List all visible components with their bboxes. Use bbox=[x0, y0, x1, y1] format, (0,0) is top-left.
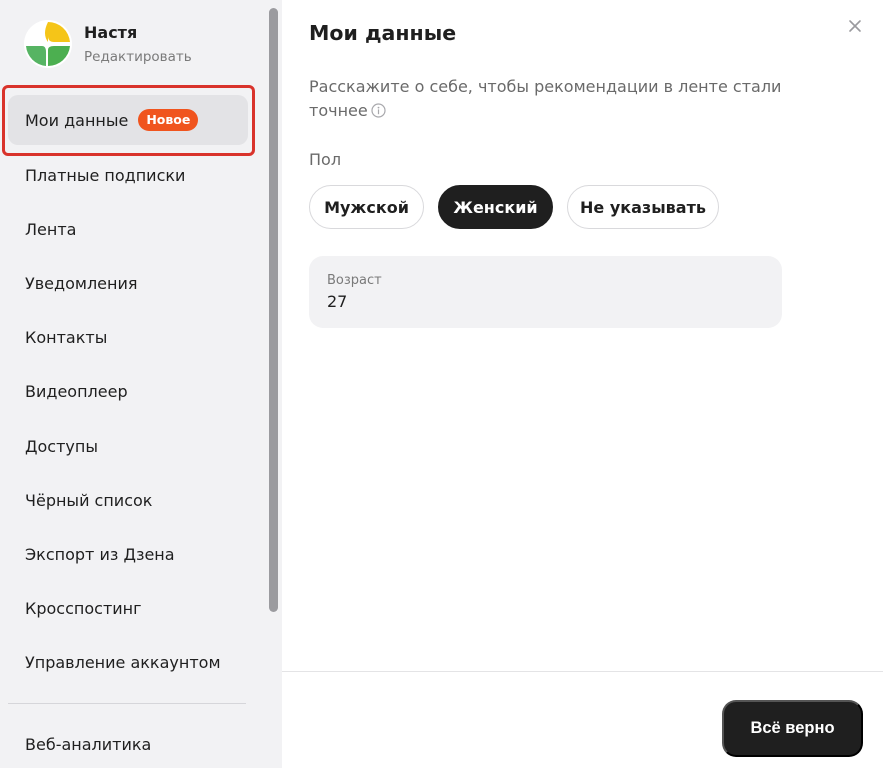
sidebar-item-label: Уведомления bbox=[25, 273, 138, 293]
sidebar-item-notifications[interactable]: Уведомления bbox=[8, 258, 248, 308]
gender-male-button[interactable]: Мужской bbox=[309, 185, 424, 229]
gender-female-button[interactable]: Женский bbox=[438, 185, 553, 229]
new-badge: Новое bbox=[138, 109, 199, 131]
sidebar-item-label: Веб-аналитика bbox=[25, 734, 152, 754]
sidebar-item-paid-subscriptions[interactable]: Платные подписки bbox=[8, 150, 248, 200]
close-icon bbox=[849, 20, 861, 32]
description-text: Расскажите о себе, чтобы рекомендации в … bbox=[309, 75, 789, 125]
sidebar-item-feed[interactable]: Лента bbox=[8, 204, 248, 254]
sidebar-divider bbox=[8, 703, 246, 704]
age-input[interactable]: Возраст 27 bbox=[309, 256, 782, 328]
sidebar-item-web-analytics[interactable]: Веб-аналитика bbox=[8, 719, 248, 768]
profile-name: Настя bbox=[84, 23, 138, 42]
sidebar-item-my-data[interactable]: Мои данные Новое bbox=[8, 95, 248, 145]
profile-edit-link[interactable]: Редактировать bbox=[84, 49, 192, 65]
scrollbar-thumb[interactable] bbox=[269, 8, 278, 612]
sidebar-item-label: Лента bbox=[25, 219, 77, 239]
footer-divider bbox=[282, 671, 883, 672]
sidebar-item-contacts[interactable]: Контакты bbox=[8, 312, 248, 362]
main-panel: Мои данные Расскажите о себе, чтобы реко… bbox=[282, 0, 883, 768]
sidebar-item-label: Контакты bbox=[25, 327, 108, 347]
sidebar-item-access[interactable]: Доступы bbox=[8, 421, 248, 471]
sidebar-item-label: Доступы bbox=[25, 436, 98, 456]
page-title: Мои данные bbox=[309, 21, 457, 45]
sidebar-item-label: Платные подписки bbox=[25, 165, 186, 185]
sidebar-item-account-management[interactable]: Управление аккаунтом bbox=[8, 637, 248, 687]
sidebar-item-label: Чёрный список bbox=[25, 490, 153, 510]
age-value[interactable]: 27 bbox=[327, 292, 347, 311]
sidebar-item-label: Управление аккаунтом bbox=[25, 652, 221, 672]
sidebar-item-crossposting[interactable]: Кросспостинг bbox=[8, 583, 248, 633]
sidebar-item-label: Кросспостинг bbox=[25, 598, 142, 618]
settings-window: Настя Редактировать Мои данные Новое Пла… bbox=[0, 0, 883, 768]
info-icon[interactable] bbox=[371, 101, 386, 125]
age-label: Возраст bbox=[327, 273, 382, 288]
gender-unspecified-button[interactable]: Не указывать bbox=[567, 185, 719, 229]
sidebar-item-export[interactable]: Экспорт из Дзена bbox=[8, 529, 248, 579]
sidebar-item-blacklist[interactable]: Чёрный список bbox=[8, 475, 248, 525]
close-button[interactable] bbox=[844, 15, 866, 37]
sidebar-item-label: Экспорт из Дзена bbox=[25, 544, 175, 564]
sidebar-item-video-player[interactable]: Видеоплеер bbox=[8, 366, 248, 416]
confirm-button[interactable]: Всё верно bbox=[722, 700, 863, 757]
sidebar-item-label: Видеоплеер bbox=[25, 381, 128, 401]
avatar-logo-icon bbox=[24, 20, 72, 68]
gender-label: Пол bbox=[309, 150, 342, 169]
sidebar-scrollbar[interactable] bbox=[266, 0, 282, 768]
avatar[interactable] bbox=[24, 20, 72, 68]
sidebar: Настя Редактировать Мои данные Новое Пла… bbox=[0, 0, 266, 768]
sidebar-item-label: Мои данные bbox=[25, 110, 129, 130]
